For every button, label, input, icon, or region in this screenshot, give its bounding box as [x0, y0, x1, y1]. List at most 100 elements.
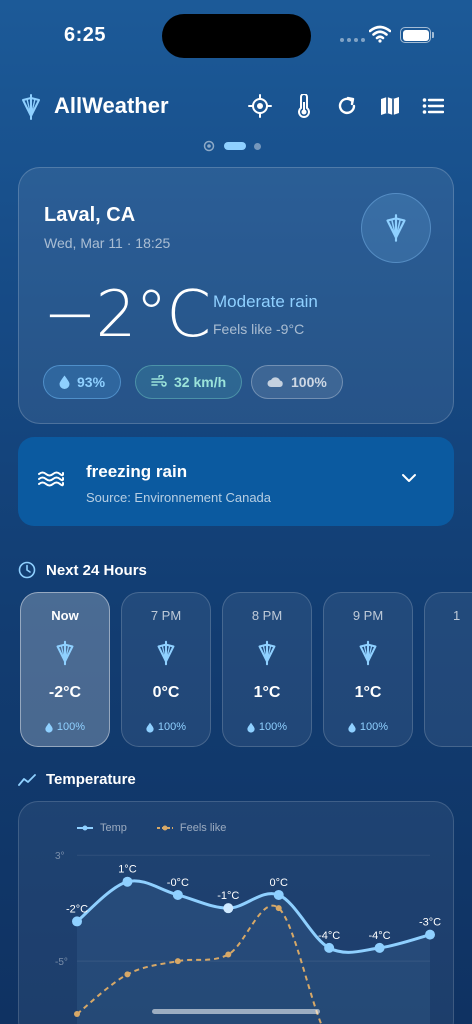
refresh-button[interactable] — [333, 92, 361, 120]
waves-icon — [38, 471, 64, 487]
map-button[interactable] — [376, 92, 404, 120]
current-temperature: −2°C — [43, 278, 211, 352]
temp-data-label: -0°C — [167, 877, 189, 889]
feels-like-text: Feels like -9°C — [213, 321, 305, 337]
temp-point — [374, 942, 385, 953]
weather-alert-banner[interactable]: freezing rain Source: Environnement Cana… — [18, 437, 454, 526]
umbrella-logo-icon — [22, 94, 40, 120]
hourly-forecast-scroller[interactable]: Now -2°C 100% 7 PM 0°C 100% 8 PM 1°C 100… — [20, 592, 472, 748]
temp-point — [273, 889, 284, 900]
hour-card[interactable]: 9 PM 1°C 100% — [323, 592, 413, 747]
temperature-section-header: Temperature — [18, 771, 136, 788]
hour-precipitation: 100% — [223, 721, 311, 733]
cellular-signal-icon — [340, 38, 365, 42]
locate-icon — [248, 94, 272, 118]
current-datetime: Wed, Mar 11 · 18:25 — [44, 235, 171, 251]
alert-source: Source: Environnement Canada — [86, 490, 272, 505]
temp-data-label: -1°C — [217, 890, 239, 902]
water-drop-icon — [146, 722, 154, 733]
temp-point — [122, 876, 133, 887]
hour-card[interactable]: 8 PM 1°C 100% — [222, 592, 312, 747]
hour-precipitation: 100% — [122, 721, 210, 733]
hour-temperature: -2°C — [48, 684, 82, 701]
hour-precip-value: 100% — [258, 721, 288, 733]
hour-precip-value: 100% — [157, 721, 187, 733]
umbrella-icon — [386, 214, 406, 242]
refresh-icon — [338, 96, 356, 115]
hour-card[interactable]: 7 PM 0°C 100% — [121, 592, 211, 747]
city-name: Laval, CA — [44, 204, 136, 226]
list-icon — [422, 98, 444, 114]
hour-precipitation: 100% — [324, 721, 412, 733]
legend-feels-swatch — [156, 825, 173, 831]
umbrella-icon — [157, 640, 175, 666]
clock-icon — [18, 561, 36, 579]
hour-temperature: 1°C — [354, 684, 382, 701]
wind-chip: 32 km/h — [135, 365, 243, 399]
legend-feels: Feels like — [156, 822, 226, 834]
water-drop-icon — [348, 722, 356, 733]
condition-text: Moderate rain — [213, 292, 318, 311]
location-pager[interactable] — [202, 139, 261, 153]
y-tick-label: 3° — [55, 851, 65, 862]
app-title: AllWeather — [54, 93, 169, 118]
chevron-down-icon[interactable] — [401, 473, 417, 483]
hour-temperature: 0°C — [152, 684, 180, 701]
feels-like-point — [74, 1011, 80, 1018]
temp-data-label: 1°C — [118, 864, 137, 876]
trend-icon — [18, 773, 36, 786]
temperature-section-title: Temperature — [46, 771, 136, 788]
current-location-button[interactable] — [246, 92, 274, 120]
battery-icon — [400, 27, 431, 43]
alert-title: freezing rain — [86, 462, 188, 481]
wind-icon — [151, 375, 167, 387]
hour-precip-value: 100% — [359, 721, 389, 733]
legend-temp: Temp — [77, 822, 127, 834]
temp-data-label: -3°C — [419, 917, 441, 929]
cloud-cover-chip: 100% — [251, 365, 343, 399]
locations-list-button[interactable] — [419, 92, 447, 120]
legend-temp-label: Temp — [100, 822, 127, 834]
temp-data-label: -2°C — [66, 903, 88, 915]
temperature-chart-card: 3° -5° -2°C 1°C -0°C -1°C 0°C -4°C -4°C -3°C Temp… — [18, 801, 454, 1024]
battery-cap — [432, 32, 434, 38]
hour-precipitation: 100% — [21, 721, 109, 733]
hour-card[interactable]: 1 — [424, 592, 472, 747]
location-page-icon[interactable] — [202, 139, 216, 153]
temp-data-label: -4°C — [318, 930, 340, 942]
temp-point — [172, 889, 183, 900]
hourly-section-title: Next 24 Hours — [46, 561, 147, 579]
hour-label: 8 PM — [251, 608, 283, 623]
umbrella-icon — [258, 640, 276, 666]
humidity-value: 93% — [77, 374, 106, 390]
units-button[interactable] — [290, 92, 318, 120]
wifi-icon — [369, 25, 391, 43]
current-weather-card: Laval, CA Wed, Mar 11 · 18:25 −2°C Moder… — [18, 167, 454, 424]
hour-card[interactable]: Now -2°C 100% — [20, 592, 110, 747]
page-indicator-active[interactable] — [224, 142, 246, 150]
hour-temperature: 1°C — [253, 684, 281, 701]
home-indicator — [152, 1009, 320, 1014]
water-drop-icon — [45, 722, 53, 733]
y-tick-label: -5° — [55, 957, 68, 968]
temperature-chart: 3° -5° -2°C 1°C -0°C -1°C 0°C -4°C -4°C -3°C — [55, 851, 441, 1024]
legend-temp-swatch — [77, 825, 93, 831]
temp-data-label: -4°C — [369, 930, 391, 942]
wind-value: 32 km/h — [174, 374, 227, 390]
map-icon — [381, 97, 399, 115]
temp-area — [77, 880, 430, 1024]
thermometer-icon — [298, 94, 310, 118]
hourly-section-header: Next 24 Hours — [18, 561, 147, 579]
feels-like-point — [124, 971, 131, 978]
feels-like-point — [275, 905, 282, 912]
page-indicator-dot[interactable] — [254, 142, 261, 150]
humidity-chip: 93% — [43, 365, 122, 399]
status-bar: 6:25 — [0, 0, 472, 70]
chart-legend: Temp Feels like — [77, 822, 226, 834]
temp-point — [425, 929, 435, 940]
hour-label: 9 PM — [352, 608, 384, 623]
temp-point — [72, 916, 82, 927]
feels-like-point — [225, 951, 232, 958]
dynamic-island — [162, 14, 311, 58]
hour-label: 1 — [453, 608, 461, 623]
